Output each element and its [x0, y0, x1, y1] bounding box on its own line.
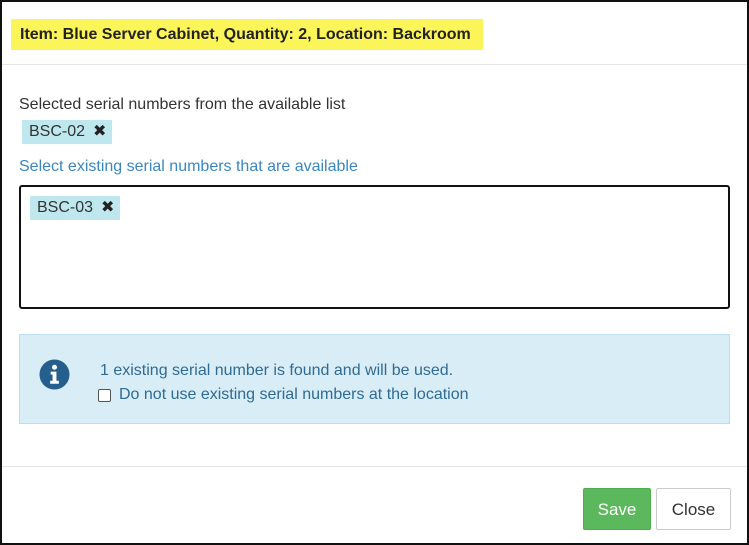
info-circle-icon	[39, 359, 70, 390]
selected-serial-tag: BSC-02 ✖	[22, 120, 113, 144]
dont-use-existing-checkbox[interactable]	[98, 388, 111, 402]
info-alert: 1 existing serial number is found and wi…	[19, 334, 730, 424]
dont-use-existing-row: Do not use existing serial numbers at th…	[98, 386, 469, 404]
available-serial-tag: BSC-03 ✖	[30, 196, 121, 220]
info-message: 1 existing serial number is found and wi…	[100, 362, 454, 379]
dialog-footer: Save Close	[2, 466, 747, 544]
dont-use-existing-label[interactable]: Do not use existing serial numbers at th…	[119, 386, 469, 404]
selected-serials-label: Selected serial numbers from the availab…	[19, 96, 346, 113]
remove-icon[interactable]: ✖	[101, 196, 114, 220]
dialog-header: Item: Blue Server Cabinet, Quantity: 2, …	[2, 2, 747, 65]
remove-icon[interactable]: ✖	[93, 120, 106, 144]
save-button[interactable]: Save	[583, 488, 651, 530]
available-serial-tag-text: BSC-03	[37, 199, 94, 216]
selected-serial-tag-text: BSC-02	[29, 123, 86, 140]
dialog-title: Item: Blue Server Cabinet, Quantity: 2, …	[11, 19, 483, 50]
available-serials-select[interactable]: BSC-03 ✖	[19, 185, 730, 309]
close-button[interactable]: Close	[656, 488, 731, 530]
dialog-body: Selected serial numbers from the availab…	[2, 65, 747, 467]
available-serials-label: Select existing serial numbers that are …	[19, 158, 358, 175]
serial-number-dialog: Item: Blue Server Cabinet, Quantity: 2, …	[0, 0, 749, 545]
